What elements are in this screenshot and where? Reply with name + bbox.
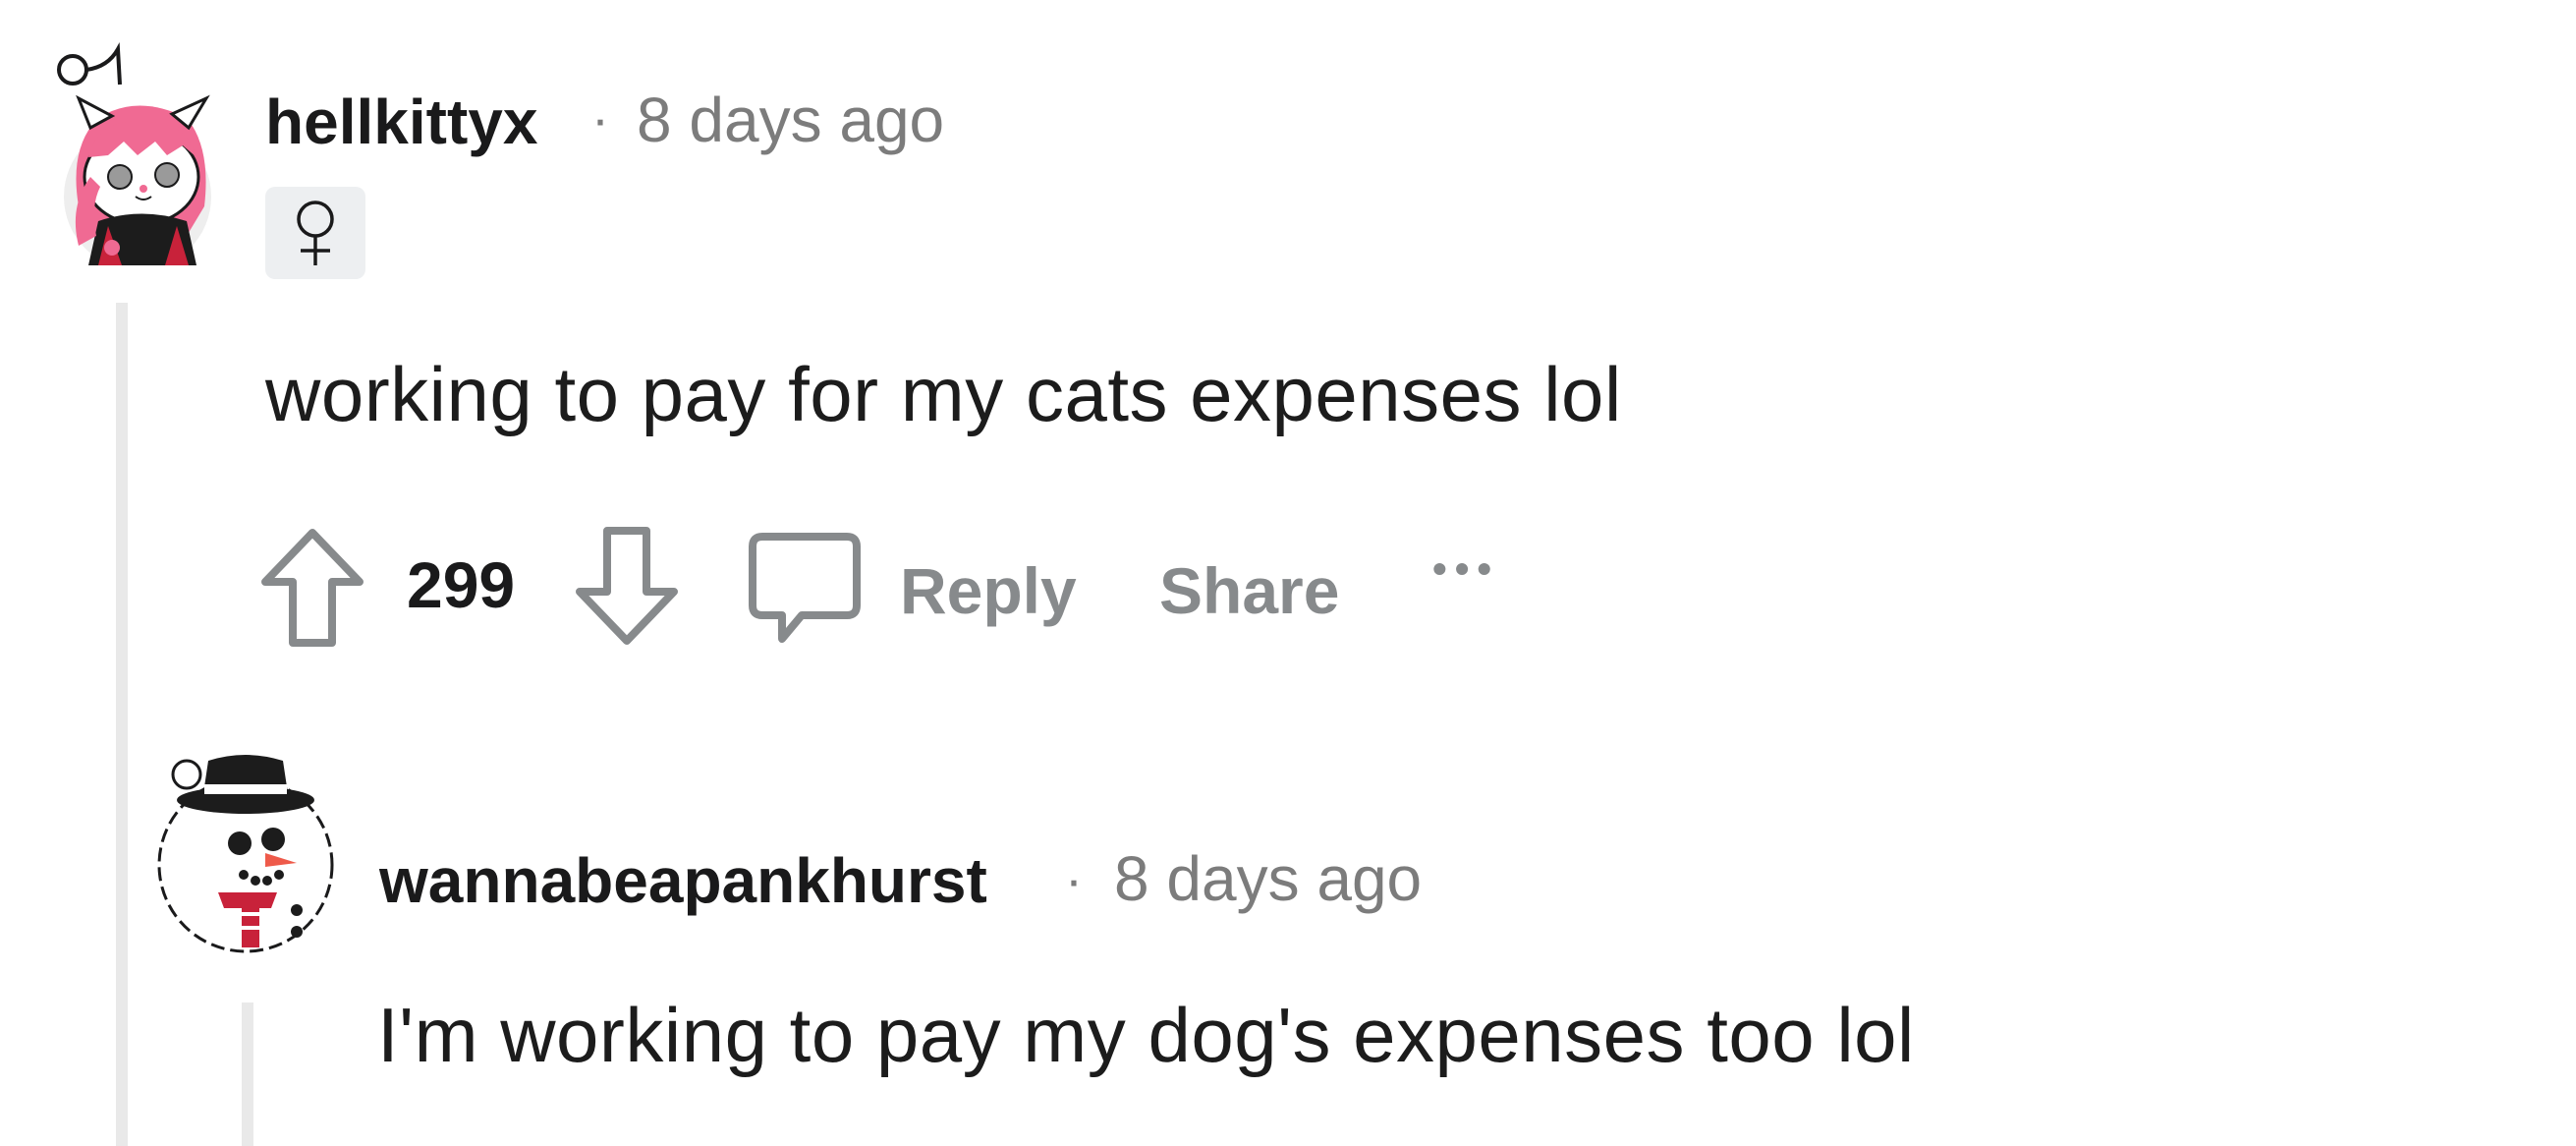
thread-line-primary[interactable] bbox=[116, 303, 128, 1146]
avatar-image bbox=[57, 41, 211, 270]
female-symbol-icon bbox=[297, 201, 334, 265]
avatar[interactable] bbox=[39, 39, 216, 270]
share-button[interactable]: Share bbox=[1159, 558, 1339, 623]
more-options-button[interactable]: ••• bbox=[1432, 548, 1499, 590]
thread-line-nested[interactable] bbox=[242, 1003, 253, 1146]
avatar[interactable] bbox=[149, 745, 342, 957]
upvote-icon[interactable] bbox=[257, 527, 367, 649]
user-flair bbox=[265, 187, 365, 279]
reply-button[interactable]: Reply bbox=[900, 558, 1077, 623]
comment-body: I'm working to pay my dog's expenses too… bbox=[377, 992, 1915, 1078]
avatar-image bbox=[157, 755, 334, 953]
meta-separator: · bbox=[1065, 850, 1083, 909]
meta-separator: · bbox=[591, 89, 609, 148]
timestamp[interactable]: 8 days ago bbox=[637, 88, 944, 151]
vote-count: 299 bbox=[407, 548, 516, 621]
downvote-icon[interactable] bbox=[572, 525, 682, 647]
comment-body: working to pay for my cats expenses lol bbox=[265, 351, 1622, 437]
timestamp[interactable]: 8 days ago bbox=[1114, 847, 1422, 910]
username[interactable]: hellkittyx bbox=[265, 90, 537, 153]
username[interactable]: wannabeapankhurst bbox=[379, 849, 987, 912]
reply-icon[interactable] bbox=[747, 531, 863, 647]
